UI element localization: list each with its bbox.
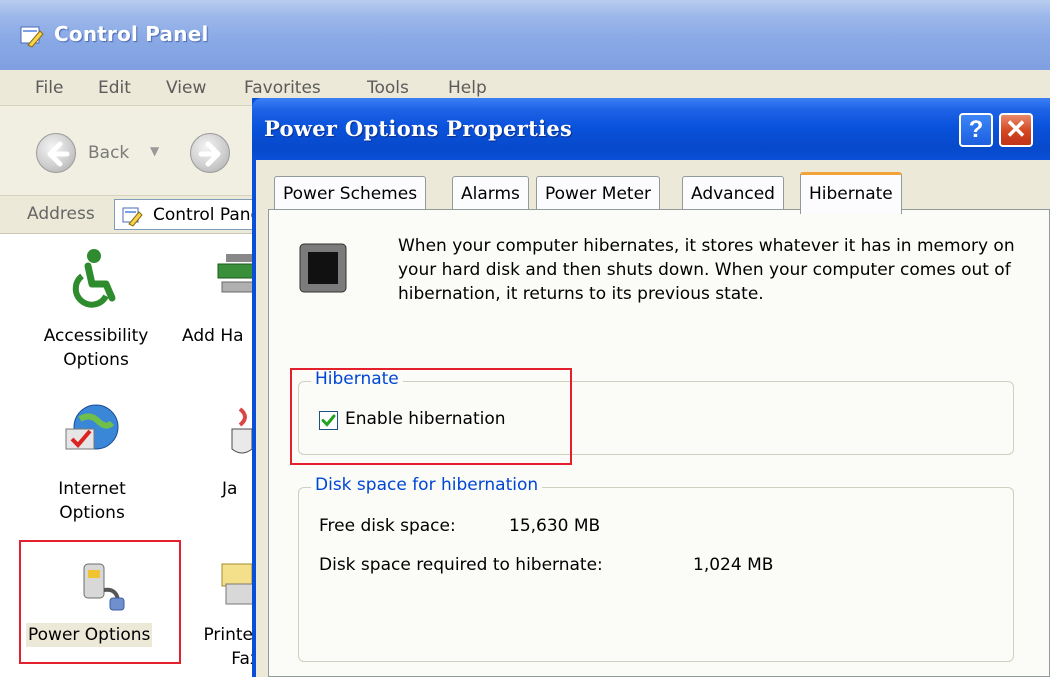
accessibility-options-label[interactable]: Accessibility Options: [36, 324, 156, 372]
printers-label[interactable]: Printer Fax: [190, 623, 260, 671]
tab-power-meter[interactable]: Power Meter: [536, 176, 661, 212]
internet-options-label[interactable]: Internet Options: [52, 477, 132, 525]
dialog-title: Power Options Properties: [264, 116, 573, 141]
control-panel-icon: [20, 26, 44, 48]
address-label: Address: [27, 204, 95, 224]
accessibility-icon[interactable]: [62, 246, 126, 310]
required-disk-space-value: 1,024 MB: [693, 555, 774, 575]
java-label[interactable]: Ja: [222, 477, 237, 501]
back-arrow-icon: [47, 141, 70, 167]
menu-edit[interactable]: Edit: [98, 78, 131, 98]
menu-file[interactable]: File: [35, 78, 63, 98]
dialog-titlebar[interactable]: Power Options Properties ? ✕: [252, 98, 1050, 160]
hibernate-group-highlight: [290, 368, 572, 465]
forward-button[interactable]: [190, 133, 230, 173]
internet-options-icon[interactable]: [62, 399, 126, 463]
back-dropdown-icon[interactable]: ▼: [150, 144, 159, 158]
free-disk-space-value: 15,630 MB: [509, 516, 601, 536]
control-panel-icon: [122, 207, 143, 227]
control-panel-titlebar[interactable]: Control Panel: [0, 0, 1050, 70]
free-disk-space-label: Free disk space:: [319, 516, 456, 536]
menu-tools[interactable]: Tools: [367, 78, 409, 98]
back-button[interactable]: [36, 133, 76, 173]
tab-hibernate[interactable]: Hibernate: [800, 172, 902, 214]
close-button[interactable]: ✕: [999, 113, 1033, 147]
menu-view[interactable]: View: [166, 78, 206, 98]
back-label[interactable]: Back: [88, 143, 129, 163]
menu-help[interactable]: Help: [448, 78, 487, 98]
disk-space-group: Disk space for hibernation Free disk spa…: [298, 475, 1014, 662]
tab-power-schemes[interactable]: Power Schemes: [274, 176, 427, 212]
add-hardware-label[interactable]: Add Ha: [182, 324, 244, 348]
forward-arrow-icon: [198, 141, 221, 167]
menu-favorites[interactable]: Favorites: [244, 78, 321, 98]
hibernate-description: When your computer hibernates, it stores…: [398, 236, 1015, 304]
disk-space-legend: Disk space for hibernation: [311, 475, 543, 495]
required-disk-space-label: Disk space required to hibernate:: [319, 555, 603, 575]
power-options-highlight: [19, 540, 181, 664]
tab-alarms[interactable]: Alarms: [452, 176, 529, 212]
help-button[interactable]: ?: [959, 113, 993, 147]
hibernate-monitor-icon: [299, 243, 347, 293]
address-value: Control Panel: [153, 205, 266, 225]
tab-advanced[interactable]: Advanced: [682, 176, 784, 212]
control-panel-title: Control Panel: [54, 22, 209, 46]
